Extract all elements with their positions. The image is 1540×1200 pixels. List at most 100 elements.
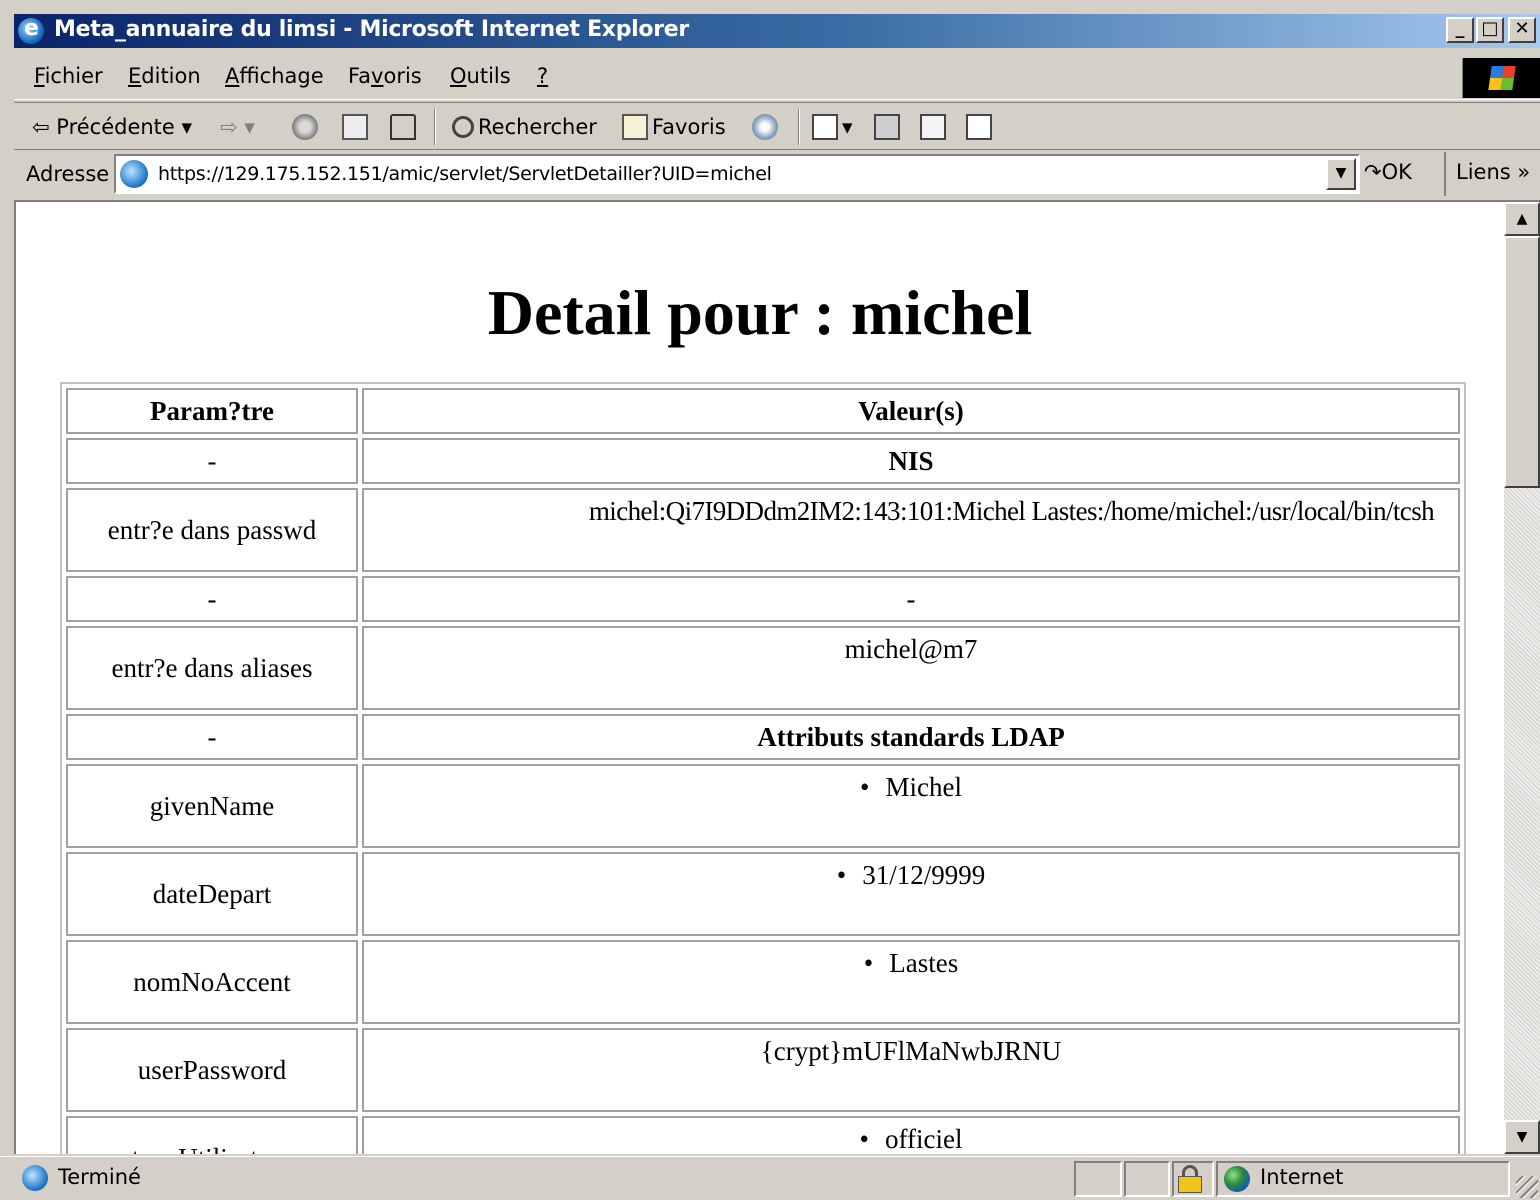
address-bar: Adresse https://129.175.152.151/amic/ser…: [14, 152, 1540, 198]
value-cell: {crypt}mUFlMaNwbJRNU: [362, 1028, 1460, 1112]
param-cell: -: [66, 576, 358, 622]
forward-button[interactable]: ⇨ ▾: [220, 111, 255, 143]
menu-outils[interactable]: Outils: [450, 64, 511, 88]
address-input[interactable]: https://129.175.152.151/amic/servlet/Ser…: [114, 154, 1360, 194]
value-cell: officiel: [362, 1116, 1460, 1154]
value-cell: michel@m7: [362, 626, 1460, 710]
param-cell: typeUtilisateur: [66, 1116, 358, 1154]
refresh-button[interactable]: [342, 111, 372, 143]
search-icon: [452, 116, 474, 138]
address-url[interactable]: https://129.175.152.151/amic/servlet/Ser…: [158, 163, 772, 185]
address-dropdown-button[interactable]: ▼: [1326, 158, 1356, 190]
home-icon: [390, 114, 416, 140]
param-cell: dateDepart: [66, 852, 358, 936]
home-button[interactable]: [390, 111, 420, 143]
table-row: nomNoAccent Lastes: [66, 940, 1460, 1024]
lock-icon[interactable]: [1178, 1165, 1202, 1193]
page-icon: [120, 160, 148, 188]
table-row: entr?e dans aliases michel@m7: [66, 626, 1460, 710]
history-button[interactable]: [752, 111, 782, 143]
internet-explorer-icon[interactable]: [18, 16, 44, 44]
search-label: Rechercher: [478, 115, 597, 139]
value-cell: Attributs standards LDAP: [362, 714, 1460, 760]
menu-label: Fa: [348, 64, 372, 88]
param-cell: userPassword: [66, 1028, 358, 1112]
list-item: Michel: [860, 772, 962, 802]
menu-fichier[interactable]: Fichier: [34, 64, 103, 88]
favorites-icon: [622, 114, 648, 140]
status-text: Terminé: [58, 1165, 141, 1189]
value-cell: michel:Qi7I9DDdm2IM2:143:101:Michel Last…: [362, 488, 1460, 572]
status-panel: [1074, 1161, 1122, 1197]
vertical-scrollbar[interactable]: ▲ ▼: [1504, 202, 1540, 1154]
list-item: Lastes: [864, 948, 958, 978]
go-button[interactable]: ↷OK: [1364, 160, 1412, 184]
go-arrow-icon: ↷: [1364, 160, 1382, 184]
resize-grip[interactable]: [1516, 1176, 1538, 1198]
mail-icon: [812, 114, 838, 140]
list-item: officiel: [860, 1124, 963, 1154]
param-cell: -: [66, 714, 358, 760]
value-cell: -: [362, 576, 1460, 622]
table-row: - -: [66, 576, 1460, 622]
document-icon: [966, 114, 992, 140]
scrollbar-thumb[interactable]: [1504, 236, 1540, 488]
print-button[interactable]: [874, 111, 904, 143]
internet-zone-icon: [1224, 1166, 1250, 1192]
edit-icon: [920, 114, 946, 140]
close-button[interactable]: ✕: [1508, 17, 1536, 43]
table-row: - NIS: [66, 438, 1460, 484]
table-row: typeUtilisateur officiel: [66, 1116, 1460, 1154]
table-header-row: Param?tre Valeur(s): [66, 388, 1460, 434]
page-status-icon: [22, 1165, 48, 1191]
minimize-button[interactable]: _: [1446, 17, 1474, 43]
scroll-down-button[interactable]: ▼: [1504, 1120, 1540, 1154]
edit-button[interactable]: [920, 111, 950, 143]
menu-accel: O: [450, 64, 467, 88]
window-title: Meta_annuaire du limsi - Microsoft Inter…: [54, 17, 689, 42]
page-title: Detail pour : michel: [487, 277, 1033, 348]
titlebar-strip[interactable]: Meta_annuaire du limsi - Microsoft Inter…: [14, 14, 1540, 48]
standard-toolbar: ⇦ Précédente ▾ ⇨ ▾ Rechercher Favoris ▾: [14, 102, 1540, 150]
param-cell: givenName: [66, 764, 358, 848]
menu-help[interactable]: ?: [537, 64, 548, 88]
table-row: entr?e dans passwd michel:Qi7I9DDdm2IM2:…: [66, 488, 1460, 572]
refresh-icon: [342, 114, 368, 140]
param-cell: nomNoAccent: [66, 940, 358, 1024]
table-row: userPassword {crypt}mUFlMaNwbJRNU: [66, 1028, 1460, 1112]
address-label: Adresse: [26, 162, 110, 186]
menu-edition[interactable]: Edition: [128, 64, 201, 88]
window-titlebar: Meta_annuaire du limsi - Microsoft Inter…: [0, 0, 1540, 62]
param-cell: entr?e dans passwd: [66, 488, 358, 572]
column-header-valeurs: Valeur(s): [362, 388, 1460, 434]
list-item: 31/12/9999: [837, 860, 985, 890]
value-cell: 31/12/9999: [362, 852, 1460, 936]
print-icon: [874, 114, 900, 140]
links-button[interactable]: Liens »: [1444, 152, 1530, 196]
menu-accel: F: [34, 64, 45, 88]
scroll-up-button[interactable]: ▲: [1504, 202, 1540, 236]
search-button[interactable]: Rechercher: [452, 111, 597, 143]
value-cell: NIS: [362, 438, 1460, 484]
menu-affichage[interactable]: Affichage: [225, 64, 324, 88]
table-row: - Attributs standards LDAP: [66, 714, 1460, 760]
param-cell: entr?e dans aliases: [66, 626, 358, 710]
history-icon: [752, 114, 778, 140]
maximize-button[interactable]: □: [1476, 17, 1504, 43]
menu-accel: ?: [537, 64, 549, 88]
back-button[interactable]: ⇦ Précédente ▾: [32, 111, 192, 143]
page-content: Detail pour : michel Param?tre Valeur(s)…: [16, 202, 1504, 1154]
favorites-button[interactable]: Favoris: [622, 111, 726, 143]
zone-label: Internet: [1260, 1165, 1344, 1189]
favorites-label: Favoris: [652, 115, 726, 139]
toolbar-separator: [434, 109, 436, 145]
menu-label: ichier: [44, 64, 103, 88]
menu-label: oris: [383, 64, 422, 88]
stop-icon: [292, 114, 318, 140]
menu-label: ffichage: [239, 64, 324, 88]
stop-button[interactable]: [292, 111, 322, 143]
toolbar-separator: [798, 109, 800, 145]
menu-favoris[interactable]: Favoris: [348, 64, 422, 88]
discuss-button[interactable]: [966, 111, 996, 143]
mail-button[interactable]: ▾: [812, 111, 853, 143]
